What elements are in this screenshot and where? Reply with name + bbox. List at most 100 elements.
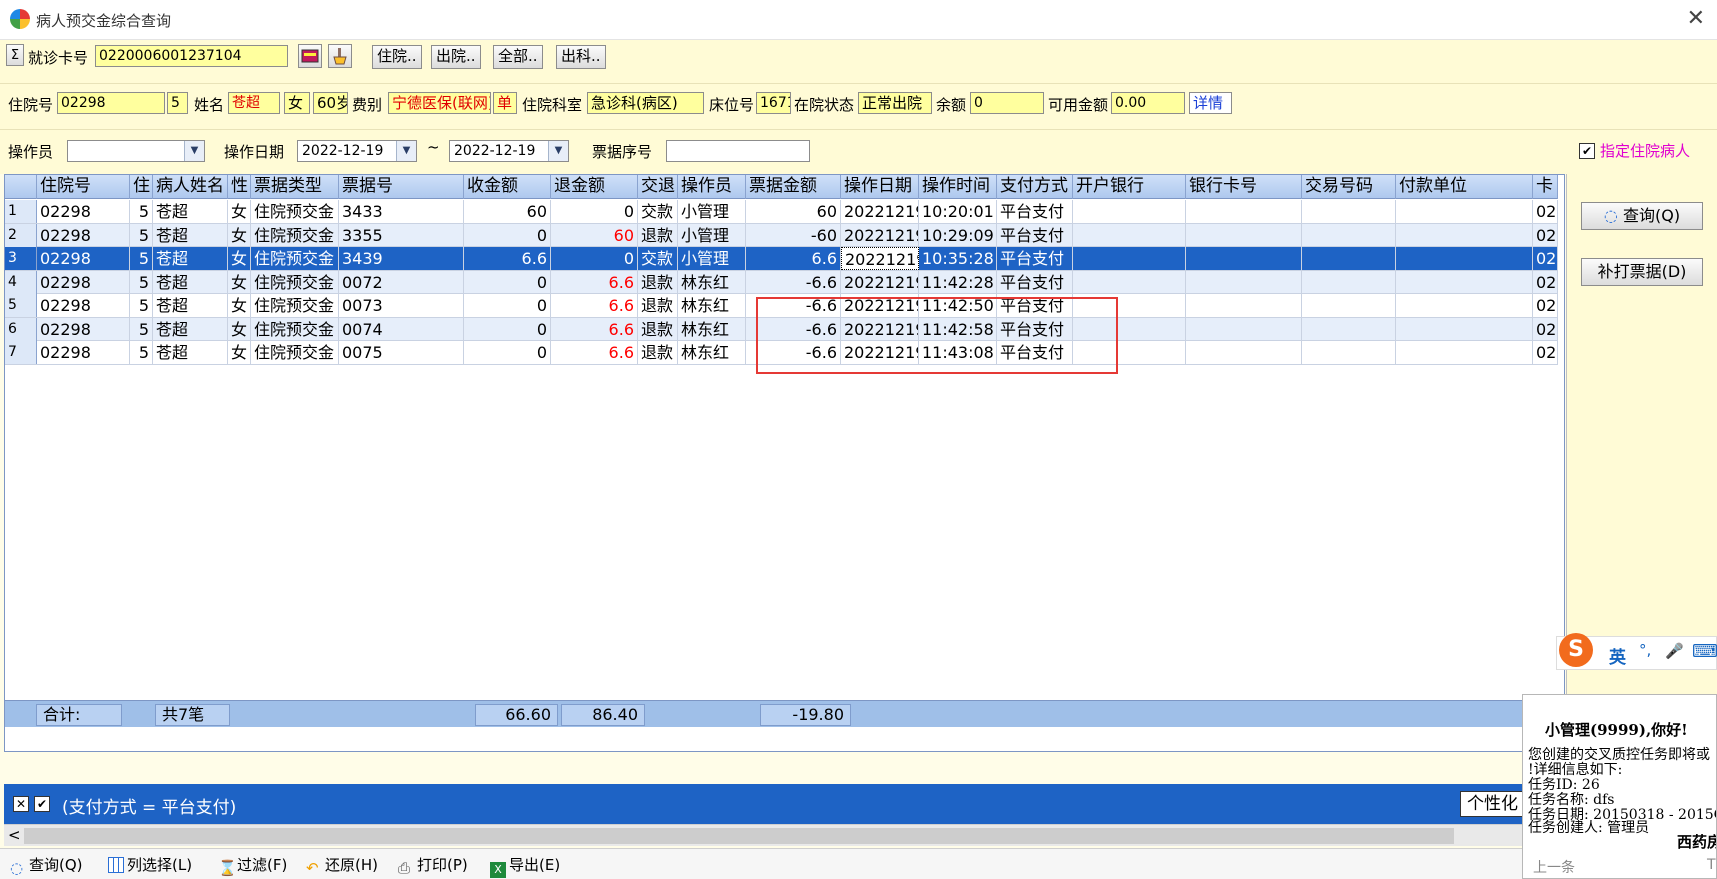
column-header[interactable]: 住院号 — [37, 175, 130, 199]
scroll-left-icon[interactable]: < — [8, 826, 21, 844]
chevron-down-icon[interactable]: ▼ — [184, 141, 204, 161]
notify-prev-link[interactable]: 上一条 — [1533, 857, 1575, 877]
column-header[interactable]: 操作员 — [678, 175, 746, 199]
receipt-no-label: 票据序号 — [592, 143, 653, 161]
scrollbar-thumb[interactable] — [24, 828, 1454, 844]
print-button[interactable]: ⎙ 打印(P) — [398, 854, 468, 877]
column-header[interactable]: 票据金额 — [746, 175, 841, 199]
table-cell — [1302, 317, 1396, 341]
column-header[interactable]: 住 — [130, 175, 153, 199]
grid-header: 住院号住病人姓名性票据类型 票据号 收金额 退金额 交退 操作员 票据金额 操作日期 操作时间支… — [5, 175, 1558, 199]
table-row[interactable]: 3 02298 5 苍超女住院预交金 3439 6.6 0 交款 小管理 6.6 20221219 1… — [5, 247, 1558, 271]
receipt-no-input[interactable] — [666, 140, 810, 162]
table-row[interactable]: 4 02298 5 苍超女住院预交金 0072 0 6.6 退款 林东红 -6.6 20221219… — [5, 270, 1558, 294]
table-cell: 20221219 — [841, 247, 919, 270]
chevron-down-icon[interactable]: ▼ — [548, 141, 568, 161]
filter-expression-bar: ✕ ✔ (支付方式 = 平台支付) 个性化 — [4, 784, 1565, 824]
inpatient-button[interactable]: 住院.. — [372, 45, 422, 69]
table-row[interactable]: 1 02298 5 苍超女住院预交金 3433 60 0 交款 小管理 60 20221219 10:… — [5, 200, 1558, 224]
designated-patient-checkbox[interactable]: ✔ — [1579, 143, 1595, 159]
table-cell: 退款 — [638, 317, 678, 341]
available-field: 0.00 — [1111, 92, 1185, 114]
table-cell: 5 — [130, 223, 153, 247]
column-header[interactable]: 病人姓名 — [153, 175, 228, 199]
close-icon[interactable]: ✕ — [1687, 6, 1705, 31]
table-cell: 住院预交金 — [251, 317, 339, 341]
notification-popup[interactable]: 小管理(9999),你好! 您创建的交叉质控任务即将或 !详细信息如下: 任务I… — [1522, 694, 1717, 879]
card-reader-button[interactable] — [298, 44, 322, 68]
fee-label: 费别 — [352, 96, 383, 114]
table-cell: 小管理 — [678, 200, 746, 223]
table-cell — [1396, 200, 1533, 223]
export-button[interactable]: X 导出(E) — [490, 854, 560, 878]
customize-button[interactable]: 个性化 — [1460, 791, 1525, 817]
table-cell: 10:35:28 — [919, 247, 997, 270]
column-header[interactable]: 卡 — [1533, 175, 1558, 199]
column-header[interactable]: 交易号码 — [1302, 175, 1396, 199]
table-cell: 6.6 — [464, 247, 551, 270]
column-header[interactable]: 支付方式 — [997, 175, 1073, 199]
clear-button[interactable] — [328, 44, 352, 68]
table-cell: 住院预交金 — [251, 223, 339, 247]
bed-field: 1671 — [756, 92, 791, 114]
detail-link[interactable]: 详情 — [1189, 92, 1232, 114]
column-header[interactable]: 付款单位 — [1396, 175, 1533, 199]
table-cell — [1302, 223, 1396, 247]
horizontal-scrollbar[interactable]: < — [4, 824, 1565, 846]
microphone-icon[interactable]: 🎤 — [1665, 642, 1684, 660]
sum-button[interactable]: Σ — [6, 44, 24, 66]
operator-select[interactable]: ▼ — [67, 140, 205, 162]
column-header[interactable]: 收金额 — [464, 175, 551, 199]
table-cell: 6.6 — [746, 247, 841, 270]
dept-field: 急诊科(病区) — [587, 92, 704, 114]
deposit-grid[interactable]: 住院号住病人姓名性票据类型 票据号 收金额 退金额 交退 操作员 票据金额 操作日期 操作时间支… — [4, 174, 1566, 752]
table-cell: 退款 — [638, 223, 678, 247]
column-header[interactable]: 操作时间 — [919, 175, 997, 199]
ime-lang-toggle[interactable]: 英 — [1609, 643, 1626, 668]
available-label: 可用金额 — [1048, 96, 1109, 114]
table-cell: 60 — [746, 200, 841, 223]
column-header[interactable]: 性 — [228, 175, 251, 199]
patient-info-bar: 住院号 02298 5 姓名 苍超 女 60岁 费别 宁德医保(联网) 单 住院… — [0, 84, 1717, 130]
column-header[interactable]: 交退 — [638, 175, 678, 199]
dept-out-button[interactable]: 出科.. — [556, 45, 606, 69]
filter-button[interactable]: ⌛过滤(F) — [218, 854, 287, 877]
column-header[interactable]: 操作日期 — [841, 175, 919, 199]
all-button[interactable]: 全部.. — [493, 45, 543, 69]
ime-toolbar[interactable]: S 英 °, 🎤 ⌨ — [1556, 633, 1717, 670]
restore-button[interactable]: ↶ 还原(H) — [306, 854, 378, 877]
date-separator: ~ — [427, 138, 440, 156]
table-cell: 住院预交金 — [251, 200, 339, 223]
card-number-input[interactable]: 0220006001237104 — [95, 45, 288, 67]
filter-enabled-checkbox[interactable]: ✔ — [34, 796, 50, 812]
hosp-no-field[interactable]: 02298 — [57, 92, 165, 114]
table-cell: 苍超 — [153, 341, 228, 364]
punctuation-icon[interactable]: °, — [1639, 641, 1651, 659]
row-number: 6 — [5, 317, 37, 341]
table-cell: 5 — [130, 317, 153, 341]
table-cell: 02298 — [37, 317, 130, 341]
table-cell: 小管理 — [678, 247, 746, 270]
column-header[interactable]: 票据号 — [339, 175, 464, 199]
column-header[interactable]: 银行卡号 — [1186, 175, 1302, 199]
age-field: 60岁 — [313, 92, 348, 114]
column-header[interactable]: 票据类型 — [251, 175, 339, 199]
clear-filter-icon[interactable]: ✕ — [13, 796, 29, 812]
chevron-down-icon[interactable]: ▼ — [396, 141, 416, 161]
table-cell: -6.6 — [746, 270, 841, 294]
discharge-button[interactable]: 出院.. — [431, 45, 481, 69]
bottom-query-button[interactable]: ◌ 查询(Q) — [10, 854, 83, 877]
reprint-receipt-button[interactable]: 补打票据(D) — [1581, 258, 1703, 286]
column-header[interactable]: 开户银行 — [1073, 175, 1186, 199]
notify-next-link[interactable]: T — [1707, 857, 1716, 873]
column-header[interactable]: 退金额 — [551, 175, 638, 199]
date-to-picker[interactable]: 2022-12-19 ▼ — [449, 140, 569, 162]
totals-row: 合计: 共7笔 66.60 86.40 -19.80 — [5, 700, 1566, 727]
table-row[interactable]: 2 02298 5 苍超女住院预交金 3355 0 60 退款 小管理 -60 20221219 10… — [5, 223, 1558, 247]
side-query-button[interactable]: ◌ 查询(Q) — [1581, 202, 1703, 230]
keyboard-icon[interactable]: ⌨ — [1692, 641, 1717, 662]
sogou-logo-icon[interactable]: S — [1559, 633, 1593, 667]
table-cell: 02298 — [37, 200, 130, 223]
date-from-picker[interactable]: 2022-12-19 ▼ — [297, 140, 417, 162]
column-select-button[interactable]: 列选择(L) — [108, 854, 192, 875]
